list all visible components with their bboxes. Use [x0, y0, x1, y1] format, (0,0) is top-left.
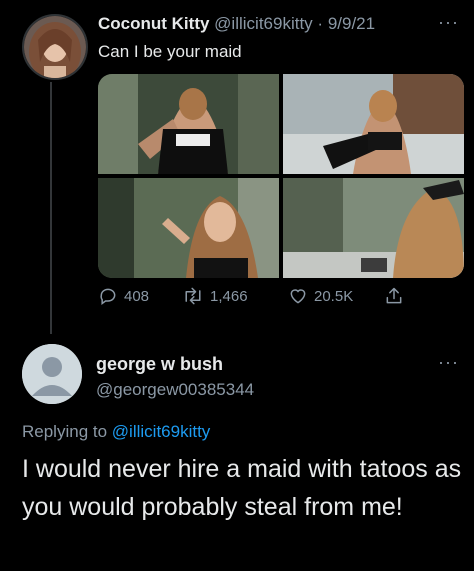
media-photo [283, 178, 464, 278]
share-icon [386, 287, 402, 304]
media-grid [98, 74, 464, 278]
thread-line [50, 82, 52, 334]
tweet-header: Coconut Kitty @illicit69kitty · 9/9/21 [98, 14, 375, 34]
reply-handle[interactable]: @georgew00385344 [96, 380, 254, 400]
retweet-action[interactable]: 1,466 [182, 286, 248, 306]
like-icon [290, 289, 306, 304]
reply-icon [100, 288, 116, 305]
share-action[interactable] [384, 286, 404, 306]
media-image[interactable] [98, 74, 279, 174]
avatar-photo [24, 16, 86, 78]
default-avatar[interactable] [22, 344, 82, 404]
replying-to: Replying to @illicit69kitty [22, 422, 210, 442]
retweet-icon [185, 287, 201, 305]
retweet-count: 1,466 [210, 287, 248, 305]
reply-text: I would never hire a maid with tatoos as… [22, 455, 462, 521]
media-photo [98, 178, 279, 278]
handle[interactable]: @illicit69kitty [214, 14, 313, 33]
tweet-text: Can I be your maid [98, 42, 242, 61]
avatar[interactable] [22, 14, 88, 80]
more-icon[interactable]: ··· [438, 12, 459, 33]
media-photo [98, 74, 279, 174]
separator: · [317, 14, 324, 33]
media-image[interactable] [98, 178, 279, 278]
tweet-actions: 408 1,466 20.5K [98, 286, 438, 312]
more-icon[interactable]: ··· [438, 352, 459, 373]
reply-count: 408 [124, 287, 150, 305]
like-count: 20.5K [314, 287, 354, 305]
replying-mention[interactable]: @illicit69kitty [112, 422, 211, 441]
display-name[interactable]: Coconut Kitty [98, 14, 209, 33]
default-profile-icon [22, 344, 82, 404]
media-image[interactable] [283, 74, 464, 174]
replying-prefix: Replying to [22, 422, 108, 441]
reply-action[interactable]: 408 [98, 286, 149, 306]
tweet-date[interactable]: 9/9/21 [328, 14, 375, 33]
media-image[interactable] [283, 178, 464, 278]
reply-display-name[interactable]: george w bush [96, 354, 223, 375]
media-photo [283, 74, 464, 174]
like-action[interactable]: 20.5K [288, 286, 353, 306]
